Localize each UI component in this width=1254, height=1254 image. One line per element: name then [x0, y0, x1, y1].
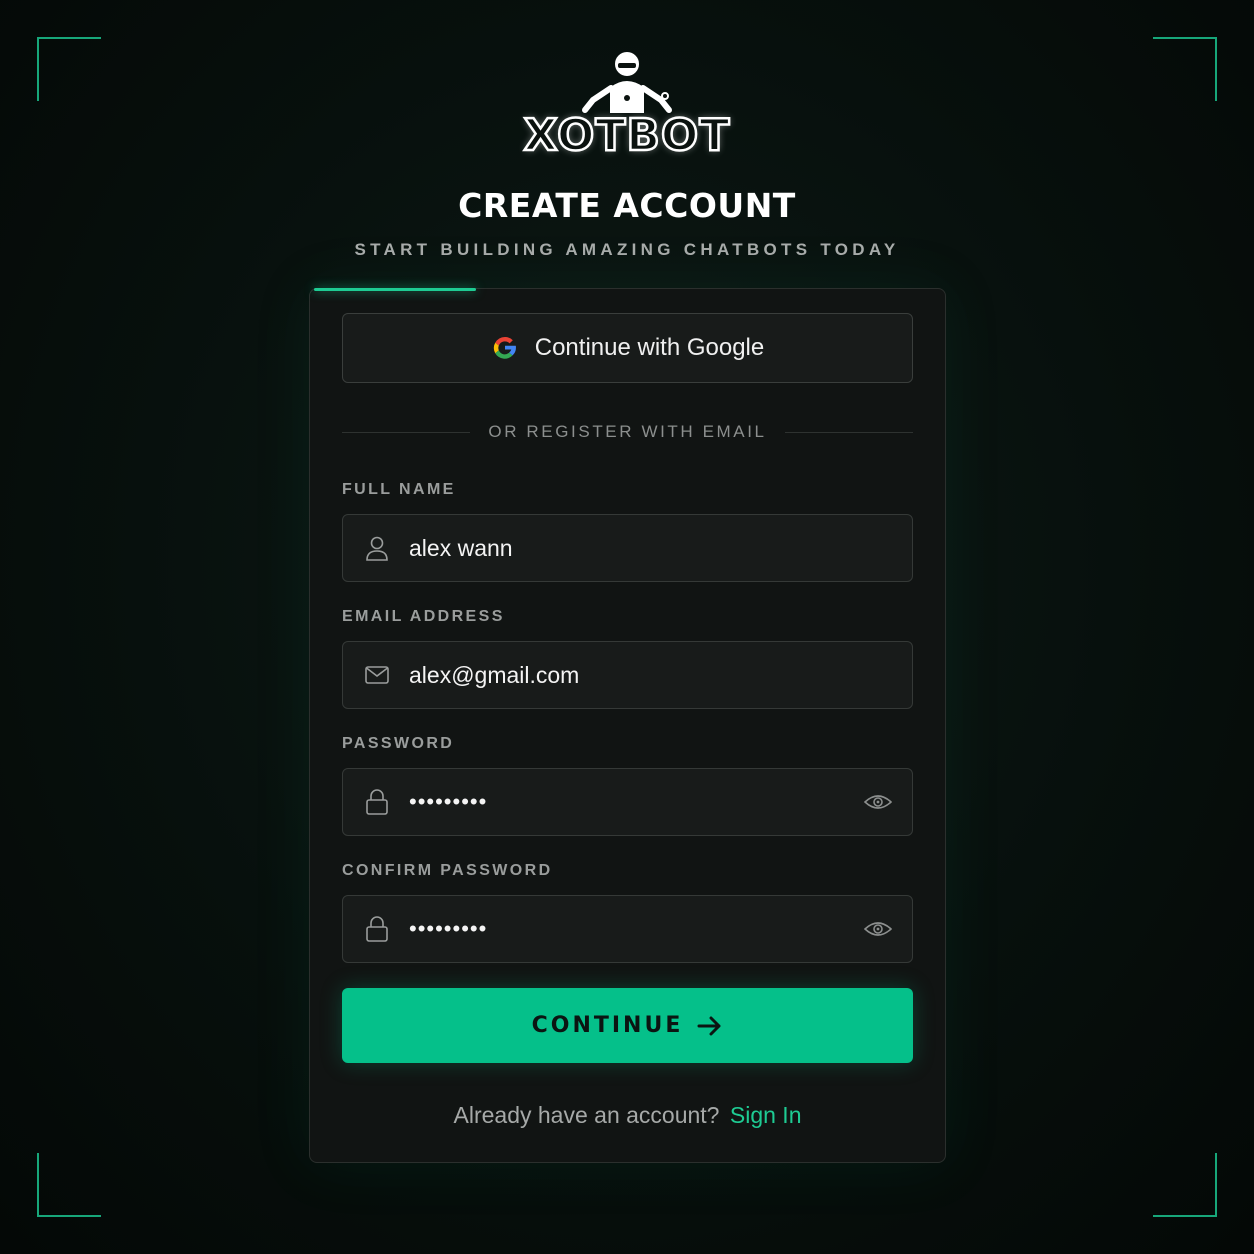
full-name-field[interactable] — [342, 514, 913, 582]
corner-bracket-bottom-left — [37, 1153, 101, 1217]
confirm-password-input[interactable] — [409, 896, 864, 962]
eye-icon[interactable] — [864, 919, 892, 939]
register-card: Continue with Google OR REGISTER WITH EM… — [309, 288, 946, 1163]
or-divider: OR REGISTER WITH EMAIL — [342, 421, 913, 443]
email-field[interactable] — [342, 641, 913, 709]
lock-icon — [366, 789, 388, 815]
arrow-right-icon — [697, 1016, 721, 1035]
google-icon — [493, 336, 516, 359]
google-signin-button[interactable]: Continue with Google — [342, 313, 913, 383]
password-field[interactable] — [342, 768, 913, 836]
divider-text: OR REGISTER WITH EMAIL — [488, 422, 767, 441]
user-icon — [366, 536, 388, 561]
email-input[interactable] — [409, 642, 912, 708]
divider-line-left — [342, 431, 471, 433]
google-signin-label: Continue with Google — [534, 334, 765, 361]
password-input[interactable] — [409, 769, 864, 835]
password-label: PASSWORD — [342, 735, 455, 752]
full-name-label: FULL NAME — [342, 481, 456, 498]
signin-link[interactable]: Sign In — [730, 1102, 802, 1128]
confirm-password-label: CONFIRM PASSWORD — [342, 862, 553, 879]
eye-icon[interactable] — [864, 792, 892, 812]
divider-line-right — [784, 431, 913, 433]
page-title: CREATE ACCOUNT — [458, 186, 796, 225]
confirm-password-field[interactable] — [342, 895, 913, 963]
lock-icon — [366, 916, 388, 942]
email-label: EMAIL ADDRESS — [342, 608, 505, 625]
page-subtitle: START BUILDING AMAZING CHATBOTS TODAY — [354, 240, 900, 259]
card-progress-accent — [314, 288, 476, 291]
continue-button[interactable]: CONTINUE — [342, 988, 913, 1063]
mail-icon — [365, 666, 389, 684]
full-name-input[interactable] — [409, 515, 912, 581]
brand-wordmark: XOTBOT — [522, 110, 731, 161]
brand-logo: XOTBOT — [0, 50, 1254, 161]
continue-label: CONTINUE — [531, 1013, 684, 1038]
signin-prompt-text: Already have an account? — [453, 1102, 720, 1128]
corner-bracket-bottom-right — [1153, 1153, 1217, 1217]
signin-prompt: Already have an account? Sign In — [310, 1102, 945, 1129]
robot-mascot-icon — [582, 52, 672, 113]
